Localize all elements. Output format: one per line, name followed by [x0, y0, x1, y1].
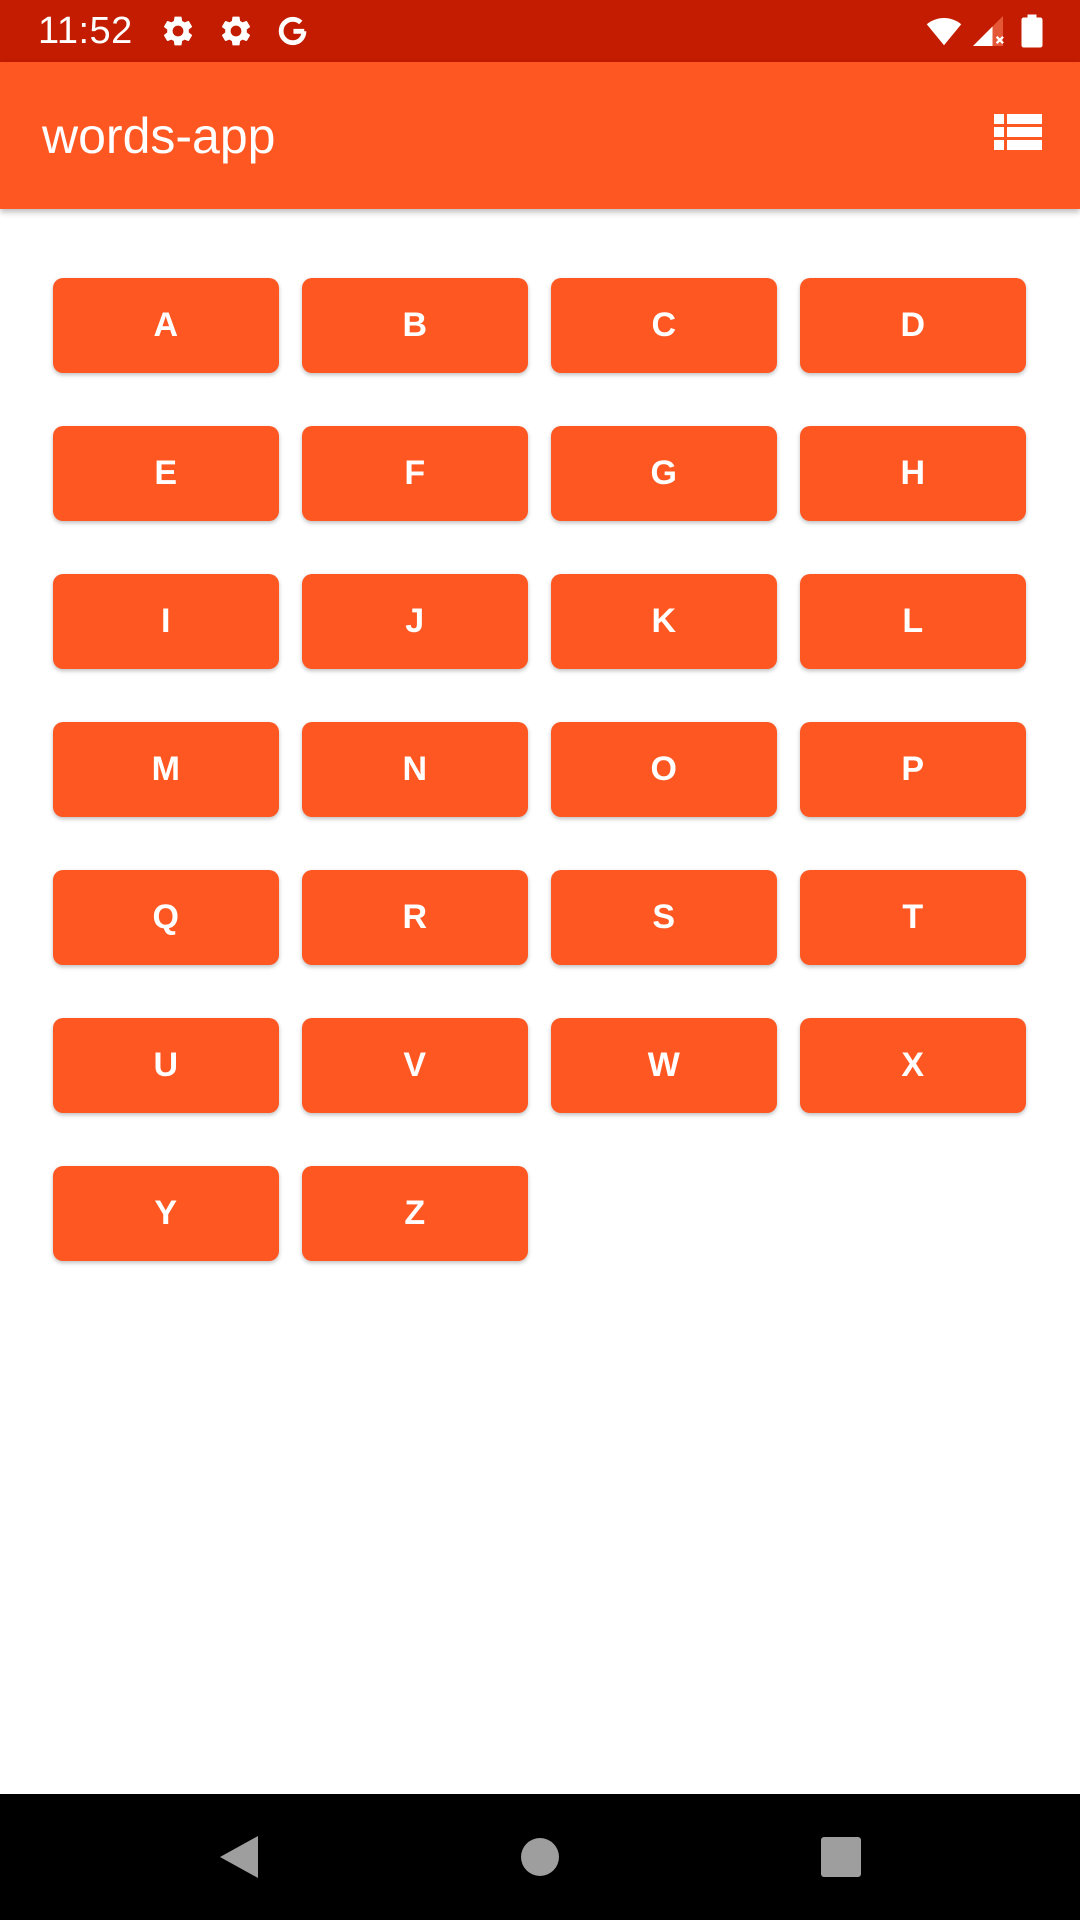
letter-button-w[interactable]: W	[551, 1018, 777, 1113]
letter-button-c[interactable]: C	[551, 278, 777, 373]
letter-button-m[interactable]: M	[53, 722, 279, 817]
letter-button-h[interactable]: H	[800, 426, 1026, 521]
letter-grid: ABCD EFGH IJKL MNOP QRST UVWX YZ	[53, 278, 1027, 1261]
letter-button-o[interactable]: O	[551, 722, 777, 817]
letter-button-i[interactable]: I	[53, 574, 279, 669]
back-button[interactable]	[214, 1832, 264, 1882]
settings-icon	[160, 13, 196, 49]
letter-button-r[interactable]: R	[302, 870, 528, 965]
signal-icon	[970, 13, 1006, 49]
letter-button-s[interactable]: S	[551, 870, 777, 965]
letter-button-d[interactable]: D	[800, 278, 1026, 373]
app-title: words-app	[42, 108, 276, 164]
navigation-bar	[0, 1794, 1080, 1920]
app-bar: words-app	[0, 62, 1080, 209]
letter-button-q[interactable]: Q	[53, 870, 279, 965]
letter-button-y[interactable]: Y	[53, 1166, 279, 1261]
home-icon	[521, 1838, 559, 1876]
letter-button-u[interactable]: U	[53, 1018, 279, 1113]
google-icon	[275, 13, 311, 49]
letter-button-l[interactable]: L	[800, 574, 1026, 669]
battery-icon	[1018, 13, 1046, 49]
grid-layout-icon	[994, 114, 1042, 150]
back-icon	[220, 1836, 258, 1878]
letter-button-z[interactable]: Z	[302, 1166, 528, 1261]
letter-button-a[interactable]: A	[53, 278, 279, 373]
letter-button-x[interactable]: X	[800, 1018, 1026, 1113]
letter-button-b[interactable]: B	[302, 278, 528, 373]
home-button[interactable]	[515, 1832, 565, 1882]
recents-icon	[821, 1837, 861, 1877]
letter-button-p[interactable]: P	[800, 722, 1026, 817]
letter-button-v[interactable]: V	[302, 1018, 528, 1113]
status-time: 11:52	[38, 10, 133, 52]
settings-icon	[218, 13, 254, 49]
letter-button-e[interactable]: E	[53, 426, 279, 521]
wifi-icon	[922, 13, 966, 49]
letter-button-t[interactable]: T	[800, 870, 1026, 965]
recents-button[interactable]	[816, 1832, 866, 1882]
letter-button-j[interactable]: J	[302, 574, 528, 669]
layout-toggle-button[interactable]	[994, 112, 1042, 152]
screen: 11:52 words-app A B C D E F G H I J K L …	[0, 0, 1080, 1920]
letter-button-g[interactable]: G	[551, 426, 777, 521]
letter-button-k[interactable]: K	[551, 574, 777, 669]
letter-button-n[interactable]: N	[302, 722, 528, 817]
letter-button-f[interactable]: F	[302, 426, 528, 521]
status-bar: 11:52	[0, 0, 1080, 62]
